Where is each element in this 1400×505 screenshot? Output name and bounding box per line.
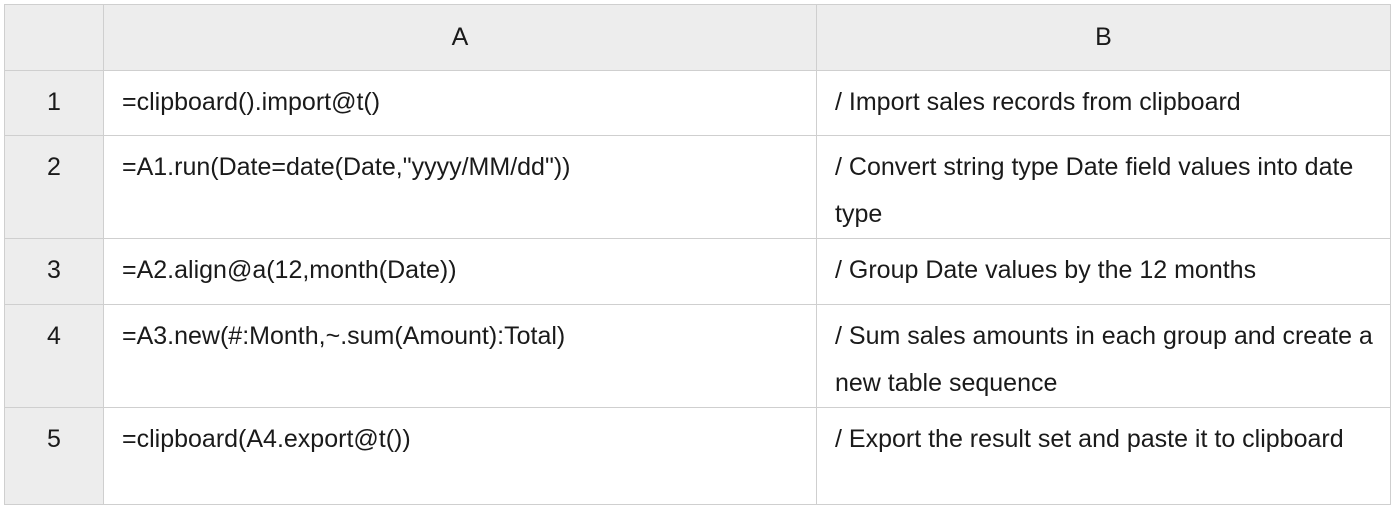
row-header-1[interactable]: 1: [4, 70, 104, 136]
cell-a2[interactable]: =A1.run(Date=date(Date,"yyyy/MM/dd")): [103, 135, 817, 239]
row-header-4[interactable]: 4: [4, 304, 104, 408]
cell-b5[interactable]: / Export the result set and paste it to …: [816, 407, 1391, 505]
row-header-2[interactable]: 2: [4, 135, 104, 239]
cell-b4[interactable]: / Sum sales amounts in each group and cr…: [816, 304, 1391, 408]
table-row: 3 =A2.align@a(12,month(Date)) / Group Da…: [4, 238, 1391, 305]
cell-b2[interactable]: / Convert string type Date field values …: [816, 135, 1391, 239]
cell-a4[interactable]: =A3.new(#:Month,~.sum(Amount):Total): [103, 304, 817, 408]
grid-table: A B 1 =clipboard().import@t() / Import s…: [4, 4, 1391, 505]
row-header-5[interactable]: 5: [4, 407, 104, 505]
column-header-row: A B: [4, 4, 1391, 71]
column-header-a[interactable]: A: [103, 4, 817, 71]
table-row: 5 =clipboard(A4.export@t()) / Export the…: [4, 407, 1391, 505]
row-header-3[interactable]: 3: [4, 238, 104, 305]
cell-a1[interactable]: =clipboard().import@t(): [103, 70, 817, 136]
corner-cell[interactable]: [4, 4, 104, 71]
spreadsheet-grid: A B 1 =clipboard().import@t() / Import s…: [4, 4, 1391, 505]
cell-a3[interactable]: =A2.align@a(12,month(Date)): [103, 238, 817, 305]
table-row: 4 =A3.new(#:Month,~.sum(Amount):Total) /…: [4, 304, 1391, 408]
table-row: 2 =A1.run(Date=date(Date,"yyyy/MM/dd")) …: [4, 135, 1391, 239]
cell-b1[interactable]: / Import sales records from clipboard: [816, 70, 1391, 136]
cell-b3[interactable]: / Group Date values by the 12 months: [816, 238, 1391, 305]
cell-a5[interactable]: =clipboard(A4.export@t()): [103, 407, 817, 505]
table-row: 1 =clipboard().import@t() / Import sales…: [4, 70, 1391, 136]
column-header-b[interactable]: B: [816, 4, 1391, 71]
